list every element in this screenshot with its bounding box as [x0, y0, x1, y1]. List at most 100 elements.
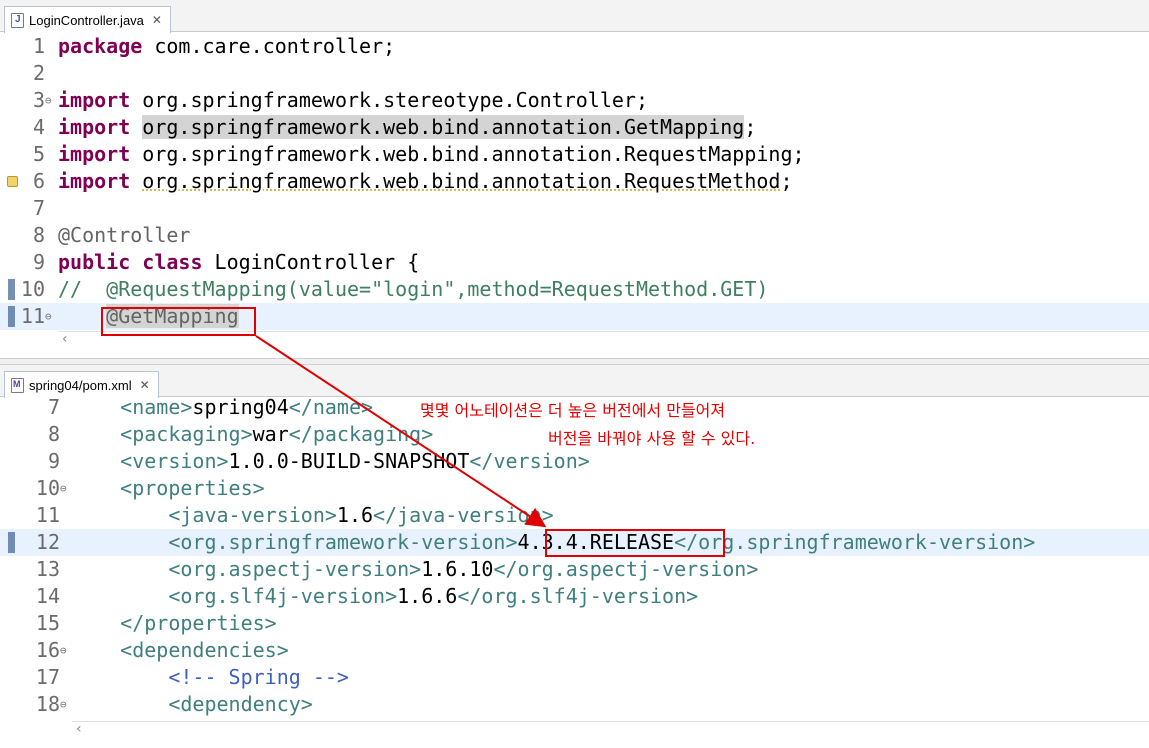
- code-token: // @RequestMapping(value="login",method=…: [58, 277, 769, 301]
- line-number: 11: [20, 304, 45, 328]
- code-line[interactable]: 6 import org.springframework.web.bind.ann…: [0, 168, 1149, 195]
- fold-toggle-icon[interactable]: ⊖: [45, 303, 52, 330]
- code-text: import org.springframework.stereotype.Co…: [58, 87, 648, 114]
- version-highlight-box: [545, 529, 725, 557]
- code-line[interactable]: 17 <!-- Spring -->: [0, 664, 1149, 691]
- line-number: 14: [35, 584, 60, 608]
- code-token: </packaging>: [288, 422, 434, 446]
- code-text: public class LoginController {: [58, 249, 419, 276]
- code-text: </properties>: [72, 610, 277, 637]
- xml-file-icon: [11, 377, 24, 393]
- code-token: </java-version>: [373, 503, 554, 527]
- code-token: war: [252, 422, 289, 446]
- code-line[interactable]: 11 <java-version>1.6</java-version>: [0, 502, 1149, 529]
- line-number: 13: [35, 557, 60, 581]
- code-line[interactable]: 16 ⊖ <dependencies>: [0, 637, 1149, 664]
- fold-toggle-icon[interactable]: ⊖: [45, 87, 52, 114]
- code-line[interactable]: 10 // @RequestMapping(value="login",metho…: [0, 276, 1149, 303]
- code-token: <java-version>: [72, 503, 337, 527]
- code-line[interactable]: 9 public class LoginController {: [0, 249, 1149, 276]
- code-token: 1.6.6: [397, 584, 458, 608]
- code-token: package: [58, 34, 143, 58]
- code-token: org.springframework.web.bind.annotation.…: [130, 142, 805, 166]
- fold-toggle-icon[interactable]: ⊖: [60, 691, 67, 718]
- code-line[interactable]: 9 <version>1.0.0-BUILD-SNAPSHOT</version…: [0, 448, 1149, 475]
- code-text: <!-- Spring -->: [72, 664, 349, 691]
- code-token: </version>: [469, 449, 590, 473]
- code-token: <org.aspectj-version>: [72, 557, 422, 581]
- code-line[interactable]: 2: [0, 60, 1149, 87]
- scroll-left-icon[interactable]: ‹: [62, 331, 68, 347]
- code-token: <properties>: [72, 476, 265, 500]
- line-number: 8: [32, 223, 45, 247]
- code-line[interactable]: 15 </properties>: [0, 610, 1149, 637]
- code-token: org.springframework.stereotype.Controlle…: [130, 88, 649, 112]
- code-token: </name>: [288, 395, 374, 419]
- code-text: import org.springframework.web.bind.anno…: [58, 141, 805, 168]
- code-line[interactable]: 7: [0, 195, 1149, 222]
- fold-toggle-icon[interactable]: ⊖: [60, 475, 67, 502]
- java-code-area[interactable]: 1 package com.care.controller; 2 3 ⊖ import o…: [0, 33, 1149, 330]
- line-number: 9: [32, 250, 45, 274]
- code-line[interactable]: 10 ⊖ <properties>: [0, 475, 1149, 502]
- code-token: ;: [780, 169, 793, 193]
- close-icon[interactable]: ✕: [152, 13, 162, 27]
- line-number: 7: [47, 395, 60, 419]
- code-line[interactable]: 14 <org.slf4j-version>1.6.6</org.slf4j-v…: [0, 583, 1149, 610]
- xml-editor-tabbar: spring04/pom.xml ✕: [0, 365, 1149, 398]
- code-token: <dependencies>: [72, 638, 289, 662]
- code-token: 1.6.10: [421, 557, 494, 581]
- tab-label: spring04/pom.xml: [29, 377, 132, 393]
- line-number: 3: [32, 88, 45, 112]
- code-line[interactable]: 5 import org.springframework.web.bind.ann…: [0, 141, 1149, 168]
- code-text: <org.slf4j-version>1.6.6</org.slf4j-vers…: [72, 583, 698, 610]
- code-line[interactable]: 3 ⊖ import org.springframework.stereotype.…: [0, 87, 1149, 114]
- code-line[interactable]: 13 <org.aspectj-version>1.6.10</org.aspe…: [0, 556, 1149, 583]
- code-token: <org.slf4j-version>: [72, 584, 398, 608]
- code-text: <version>1.0.0-BUILD-SNAPSHOT</version>: [72, 448, 590, 475]
- close-icon[interactable]: ✕: [140, 378, 150, 392]
- scroll-left-icon[interactable]: ‹: [76, 721, 82, 737]
- code-token: 1.0.0-BUILD-SNAPSHOT: [228, 449, 470, 473]
- code-line[interactable]: 18 ⊖ <dependency>: [0, 691, 1149, 718]
- code-token: <!-- Spring -->: [168, 665, 349, 689]
- code-token: import: [58, 115, 131, 139]
- code-token: class: [142, 250, 203, 274]
- line-number: 18: [35, 692, 60, 716]
- java-editor-tabbar: LoginController.java ✕: [0, 0, 1149, 33]
- code-token: <name>: [72, 395, 193, 419]
- line-number: 4: [32, 115, 45, 139]
- code-text: <properties>: [72, 475, 265, 502]
- tab-login-controller[interactable]: LoginController.java ✕: [4, 6, 171, 33]
- line-number: 7: [32, 196, 45, 220]
- code-text: @Controller: [58, 222, 190, 249]
- code-token: public: [58, 250, 131, 274]
- line-number: 10: [35, 476, 60, 500]
- line-number: 10: [20, 277, 45, 301]
- code-text: package com.care.controller;: [58, 33, 395, 60]
- line-number: 16: [35, 638, 60, 662]
- editor-splitter[interactable]: [0, 358, 1149, 365]
- change-marker: [8, 532, 15, 553]
- code-text: import org.springframework.web.bind.anno…: [58, 168, 793, 195]
- code-token: LoginController {: [202, 250, 420, 274]
- fold-toggle-icon[interactable]: ⊖: [60, 637, 67, 664]
- line-number: 15: [35, 611, 60, 635]
- tab-label: LoginController.java: [29, 12, 144, 28]
- code-token: import: [58, 88, 131, 112]
- code-token: ;: [744, 115, 757, 139]
- xml-horizontal-scrollbar[interactable]: ‹: [72, 721, 1149, 739]
- code-line[interactable]: 1 package com.care.controller;: [0, 33, 1149, 60]
- code-token: <packaging>: [72, 422, 253, 446]
- code-text: import org.springframework.web.bind.anno…: [58, 114, 756, 141]
- code-line[interactable]: 8 @Controller: [0, 222, 1149, 249]
- code-text: <dependency>: [72, 691, 313, 718]
- java-file-icon: [11, 12, 24, 28]
- code-line[interactable]: 4 import org.springframework.web.bind.ann…: [0, 114, 1149, 141]
- code-token: <org.springframework-version>: [72, 530, 518, 554]
- line-number: 11: [35, 503, 60, 527]
- code-token: </org.slf4j-version>: [457, 584, 699, 608]
